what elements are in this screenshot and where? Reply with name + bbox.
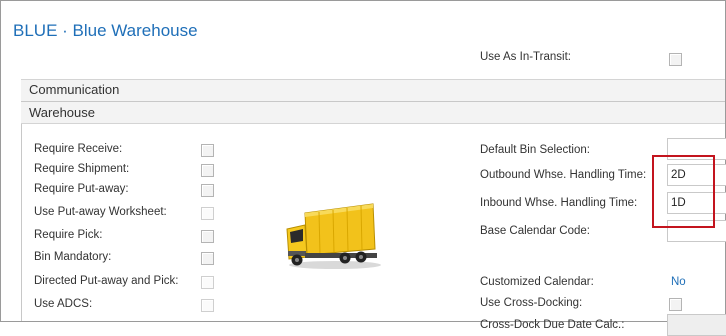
use-cross-docking-label: Use Cross-Docking: xyxy=(480,297,583,309)
bin-mandatory-label: Bin Mandatory: xyxy=(34,251,112,263)
require-receive-label: Require Receive: xyxy=(34,143,123,155)
cross-dock-due-date-calc-field[interactable] xyxy=(667,314,726,336)
require-pick-label: Require Pick: xyxy=(34,229,103,241)
directed-put-away-and-pick-checkbox[interactable] xyxy=(201,276,214,289)
customized-calendar-label: Customized Calendar: xyxy=(480,276,594,288)
require-pick-checkbox[interactable] xyxy=(201,230,214,243)
customized-calendar-link[interactable]: No xyxy=(671,276,686,288)
cross-dock-due-date-calc-label: Cross-Dock Due Date Calc.: xyxy=(480,319,625,331)
warehouse-section-label: Warehouse xyxy=(29,105,95,120)
communication-section-label: Communication xyxy=(29,82,120,97)
default-bin-selection-label: Default Bin Selection: xyxy=(480,144,590,156)
base-calendar-code-label: Base Calendar Code: xyxy=(480,225,590,237)
require-shipment-label: Require Shipment: xyxy=(34,163,130,175)
use-put-away-worksheet-label: Use Put-away Worksheet: xyxy=(34,206,167,218)
outbound-whse-handling-time-label: Outbound Whse. Handling Time: xyxy=(480,169,647,181)
require-shipment-checkbox[interactable] xyxy=(201,164,214,177)
use-as-in-transit-checkbox[interactable] xyxy=(669,53,682,66)
inbound-whse-handling-time-label: Inbound Whse. Handling Time: xyxy=(480,197,638,209)
use-adcs-checkbox[interactable] xyxy=(201,299,214,312)
require-put-away-checkbox[interactable] xyxy=(201,184,214,197)
warehouse-section-header[interactable] xyxy=(21,102,725,124)
require-receive-checkbox[interactable] xyxy=(201,144,214,157)
use-as-in-transit-label: Use As In-Transit: xyxy=(480,51,571,63)
truck-icon xyxy=(286,203,381,269)
directed-put-away-and-pick-label: Directed Put-away and Pick: xyxy=(34,275,179,287)
communication-section-header[interactable] xyxy=(21,79,725,102)
use-put-away-worksheet-checkbox[interactable] xyxy=(201,207,214,220)
use-cross-docking-checkbox[interactable] xyxy=(669,298,682,311)
window-frame: BLUE · Blue Warehouse Use As In-Transit:… xyxy=(0,0,726,336)
page-title: BLUE · Blue Warehouse xyxy=(13,21,198,40)
use-adcs-label: Use ADCS: xyxy=(34,298,93,310)
bin-mandatory-checkbox[interactable] xyxy=(201,252,214,265)
handling-time-highlight xyxy=(652,155,715,228)
require-put-away-label: Require Put-away: xyxy=(34,183,129,195)
